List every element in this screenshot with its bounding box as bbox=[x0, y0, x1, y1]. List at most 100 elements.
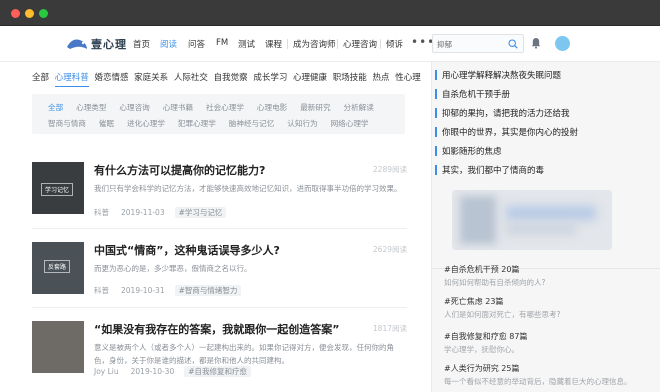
window-titlebar bbox=[0, 0, 660, 26]
thumbnail-label: 反套路 bbox=[44, 260, 71, 273]
logo-icon bbox=[67, 39, 87, 49]
subcategory-item[interactable]: 进化心理学 bbox=[127, 118, 165, 129]
article-card[interactable]: 学习记忆 有什么方法可以提高你的记忆能力? 2289阅读 我们只有学会科学的记忆… bbox=[32, 162, 407, 232]
subcategory-item[interactable]: 心理电影 bbox=[257, 102, 287, 113]
sidebar-link[interactable]: 抑郁的果拘，请把我的活力还给我 bbox=[435, 107, 570, 119]
article-title[interactable]: 有什么方法可以提高你的记忆能力? bbox=[94, 162, 265, 178]
article-title[interactable]: “如果没有我存在的答案，我就跟你一起创造答案” bbox=[94, 321, 339, 337]
category-tab-self-awareness[interactable]: 自我觉察 bbox=[214, 73, 248, 83]
article-date: 2019-10-30 bbox=[130, 367, 175, 376]
site-logo[interactable]: 壹心理 bbox=[66, 35, 127, 53]
article-thumbnail[interactable]: 反套路 bbox=[32, 242, 84, 294]
blurred-ad-banner[interactable] bbox=[452, 190, 612, 250]
right-sidebar: 用心理学解释解决熬夜失眠问题 自杀危机干预手册 抑郁的果拘，请把我的活力还给我 … bbox=[431, 62, 660, 392]
article-card[interactable]: 反套路 中国式“情商”，这种鬼话误导多少人? 2629阅读 而更为恶心的是，多少… bbox=[32, 242, 407, 312]
subcategory-item[interactable]: 分析解读 bbox=[343, 102, 373, 113]
article-tag[interactable]: #智商与情绪智力 bbox=[174, 285, 242, 296]
article-summary: 意义是被两个人（或者多个人）一起建构出来的。如果你记得对方，便会发现，任何你的角… bbox=[94, 343, 394, 365]
site-navbar: 壹心理 首页 阅读 问答 FM 测试 课程 成为咨询师 心理咨询 倾诉 ••• bbox=[0, 26, 660, 62]
nav-item-fm[interactable]: FM bbox=[216, 38, 228, 48]
article-thumbnail[interactable]: 学习记忆 bbox=[32, 162, 84, 214]
topic-desc: 每一个看似不经意的举动背后，隐藏着巨大的心理信息。 bbox=[444, 377, 632, 386]
category-tab-mental-health[interactable]: 心理健康 bbox=[293, 73, 327, 83]
logo-text: 壹心理 bbox=[91, 38, 127, 51]
bell-icon[interactable] bbox=[531, 37, 541, 49]
nav-item-course[interactable]: 课程 bbox=[265, 38, 282, 50]
subcategory-item[interactable]: 脑神经与记忆 bbox=[229, 118, 275, 129]
nav-item-reading[interactable]: 阅读 bbox=[160, 38, 177, 50]
article-card[interactable]: “如果没有我存在的答案，我就跟你一起创造答案” 1817阅读 意义是被两个人（或… bbox=[32, 321, 407, 391]
category-tab-family[interactable]: 家庭关系 bbox=[134, 73, 168, 83]
topic-title[interactable]: #人类行为研究 25篇 bbox=[444, 363, 519, 374]
category-tab-social[interactable]: 人际社交 bbox=[174, 73, 208, 83]
article-read-count: 2629阅读 bbox=[372, 245, 407, 254]
article-divider bbox=[32, 307, 407, 308]
nav-item-test[interactable]: 测试 bbox=[238, 38, 255, 50]
subcategory-all[interactable]: 全部 bbox=[48, 102, 63, 113]
sidebar-link[interactable]: 其实，我们都中了情商的毒 bbox=[434, 164, 544, 176]
category-tab-all[interactable]: 全部 bbox=[32, 73, 49, 83]
category-tabs: 全部 心理科普 婚恋情感 家庭关系 人际社交 自我觉察 成长学习 心理健康 职场… bbox=[32, 71, 424, 87]
article-date: 2019-10-31 bbox=[121, 286, 165, 295]
subcategory-item[interactable]: 心理咨询 bbox=[119, 102, 149, 113]
article-read-count: 1817阅读 bbox=[372, 324, 407, 333]
article-divider bbox=[32, 228, 407, 229]
subcategory-item[interactable]: 认知行为 bbox=[287, 118, 317, 129]
topic-desc: 人们是如何面对死亡，有哪些思考? bbox=[444, 310, 561, 319]
category-tab-psych-science[interactable]: 心理科普 bbox=[54, 73, 89, 87]
subcategory-item[interactable]: 心理类型 bbox=[76, 102, 106, 113]
subcategory-item[interactable]: 催眠 bbox=[99, 118, 114, 129]
subcategory-item[interactable]: 智商与情商 bbox=[48, 118, 86, 129]
nav-item-counseling[interactable]: 心理咨询 bbox=[343, 38, 377, 50]
topic-title[interactable]: #自我修复和疗愈 87篇 bbox=[444, 331, 527, 342]
article-title[interactable]: 中国式“情商”，这种鬼话误导多少人? bbox=[94, 242, 280, 258]
subcategory-item[interactable]: 最新研究 bbox=[300, 102, 330, 113]
article-author[interactable]: Joy Liu bbox=[94, 367, 119, 376]
nav-item-qa[interactable]: 问答 bbox=[188, 38, 205, 50]
article-read-count: 2289阅读 bbox=[372, 165, 407, 174]
nav-separator bbox=[287, 39, 288, 49]
article-summary: 我们只有学会科学的记忆方法，才能够快速高效地记忆知识，进而取得事半功倍的学习效果… bbox=[94, 184, 402, 193]
category-tab-growth[interactable]: 成长学习 bbox=[253, 73, 287, 83]
sidebar-link[interactable]: 你眼中的世界，其实是你内心的投射 bbox=[434, 126, 578, 138]
article-date: 2019-11-03 bbox=[121, 208, 165, 217]
category-tab-hot[interactable]: 热点 bbox=[372, 73, 389, 83]
article-author[interactable]: 科普 bbox=[94, 286, 109, 295]
topic-desc: 如何如何帮助有自杀倾向的人? bbox=[444, 278, 546, 287]
ad-image bbox=[506, 206, 596, 220]
topic-title[interactable]: #死亡焦虑 23篇 bbox=[444, 296, 503, 307]
article-thumbnail[interactable] bbox=[32, 321, 84, 373]
close-window-button[interactable] bbox=[11, 9, 20, 18]
article-meta: Joy Liu 2019-10-30 #自我修复和疗愈 bbox=[94, 366, 252, 377]
subcategory-row: 全部 心理类型 心理咨询 心理书籍 社会心理学 心理电影 最新研究 分析解读 bbox=[48, 102, 384, 113]
nav-separator bbox=[337, 39, 338, 49]
search-icon[interactable] bbox=[508, 39, 518, 49]
subcategory-panel: 全部 心理类型 心理咨询 心理书籍 社会心理学 心理电影 最新研究 分析解读 智… bbox=[32, 94, 405, 134]
subcategory-item[interactable]: 社会心理学 bbox=[206, 102, 244, 113]
subcategory-row: 智商与情商 催眠 进化心理学 犯罪心理学 脑神经与记忆 认知行为 网络心理学 bbox=[48, 118, 379, 129]
article-tag[interactable]: #学习与记忆 bbox=[174, 207, 227, 218]
nav-item-home[interactable]: 首页 bbox=[133, 38, 150, 50]
nav-item-confide[interactable]: 倾诉 bbox=[386, 38, 403, 50]
topic-title[interactable]: #自杀危机干预 20篇 bbox=[444, 264, 519, 275]
ad-image bbox=[506, 224, 576, 234]
article-tag[interactable]: #自我修复和疗愈 bbox=[184, 366, 252, 377]
topic-desc: 学心理学，抚慰你心。 bbox=[444, 345, 519, 354]
maximize-window-button[interactable] bbox=[39, 9, 48, 18]
minimize-window-button[interactable] bbox=[25, 9, 34, 18]
search-input[interactable] bbox=[437, 38, 505, 50]
category-tab-sexuality[interactable]: 性心理 bbox=[395, 73, 421, 83]
nav-item-become-counselor[interactable]: 成为咨询师 bbox=[293, 38, 336, 50]
sidebar-link[interactable]: 用心理学解释解决熬夜失眠问题 bbox=[434, 69, 561, 81]
user-avatar[interactable] bbox=[555, 36, 570, 51]
category-tab-career[interactable]: 职场技能 bbox=[333, 73, 367, 83]
ad-image bbox=[460, 196, 496, 244]
sidebar-link[interactable]: 自杀危机干预手册 bbox=[434, 88, 510, 100]
article-author[interactable]: 科普 bbox=[94, 208, 109, 217]
subcategory-item[interactable]: 网络心理学 bbox=[331, 118, 369, 129]
subcategory-item[interactable]: 心理书籍 bbox=[163, 102, 193, 113]
subcategory-item[interactable]: 犯罪心理学 bbox=[178, 118, 216, 129]
category-tab-relationships[interactable]: 婚恋情感 bbox=[94, 73, 128, 83]
search-box bbox=[432, 34, 524, 53]
sidebar-link[interactable]: 如影随形的焦虑 bbox=[435, 145, 502, 157]
